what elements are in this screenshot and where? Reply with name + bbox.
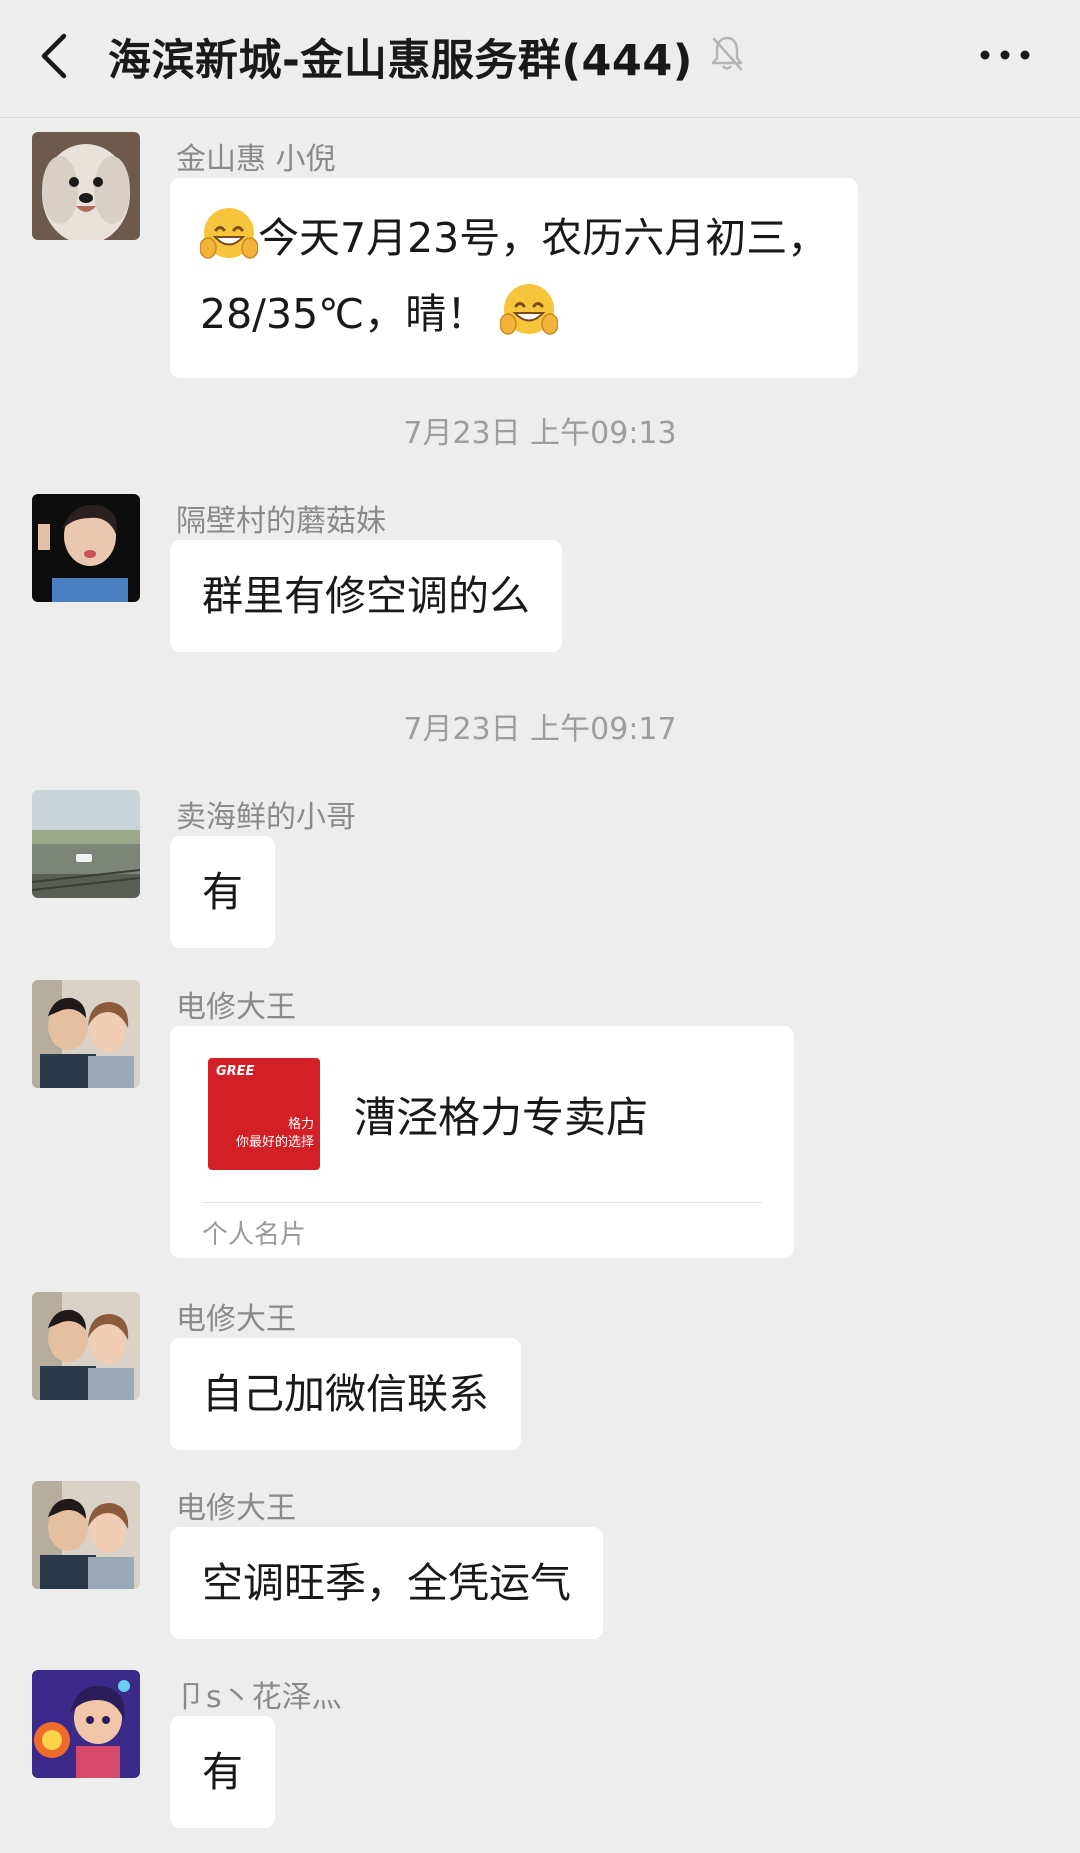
message-text: 28/35℃，晴！ <box>200 290 488 338</box>
sender-name: 金山惠 小倪 <box>176 142 336 177</box>
timestamp: 7月23日 上午09:17 <box>403 712 677 747</box>
sender-name: 隔壁村的蘑菇妹 <box>176 504 386 539</box>
message-bubble[interactable]: 自己加微信联系 <box>170 1338 521 1450</box>
sender-name: 电修大王 <box>176 1491 296 1526</box>
more-options-button[interactable] <box>975 30 1035 80</box>
sender-name: 卩s丶花泽灬 <box>176 1680 342 1715</box>
avatar[interactable] <box>32 1481 140 1589</box>
card-divider <box>202 1202 762 1203</box>
message-bubble[interactable]: 有 <box>170 836 275 948</box>
message-text: 今天7月23号，农历六月初三， <box>258 214 829 262</box>
sender-name: 电修大王 <box>176 990 296 1025</box>
chat-title: 海滨新城-金山惠服务群(444) <box>108 36 693 86</box>
sender-name: 电修大王 <box>176 1302 296 1337</box>
avatar[interactable] <box>32 790 140 898</box>
message-text: 有 <box>202 868 243 916</box>
message-bubble[interactable]: 今天7月23号，农历六月初三， 28/35℃，晴！ <box>170 178 859 378</box>
timestamp: 7月23日 上午09:13 <box>403 416 677 451</box>
chevron-left-icon <box>41 33 67 79</box>
mute-bell-icon <box>708 33 746 73</box>
card-name: 漕泾格力专卖店 <box>354 1093 649 1142</box>
message-text: 有 <box>202 1748 243 1796</box>
back-button[interactable] <box>30 22 90 88</box>
chat-header: 海滨新城-金山惠服务群(444) <box>0 0 1080 118</box>
message-bubble[interactable]: 有 <box>170 1716 275 1828</box>
message-bubble[interactable]: 空调旺季，全凭运气 <box>170 1527 603 1639</box>
grin-emoji-icon <box>499 280 559 356</box>
avatar[interactable] <box>32 1670 140 1778</box>
chat-window: 海滨新城-金山惠服务群(444) 金山惠 小倪 今天7月23号，农历六月初三， … <box>0 0 1080 1853</box>
message-text: 空调旺季，全凭运气 <box>202 1559 571 1607</box>
more-dots-icon <box>980 50 1030 60</box>
sender-name: 卖海鲜的小哥 <box>176 800 356 835</box>
avatar[interactable] <box>32 494 140 602</box>
avatar[interactable] <box>32 132 140 240</box>
message-text: 自己加微信联系 <box>202 1370 489 1418</box>
avatar[interactable] <box>32 980 140 1088</box>
card-type-label: 个人名片 <box>202 1220 307 1250</box>
message-bubble[interactable]: 群里有修空调的么 <box>170 540 562 652</box>
grin-emoji-icon <box>199 204 259 280</box>
contact-card[interactable]: GREE 格力 你最好的选择 漕泾格力专卖店 个人名片 <box>170 1026 794 1258</box>
gree-logo: GREE 格力 你最好的选择 <box>208 1058 320 1170</box>
message-text: 群里有修空调的么 <box>202 572 530 620</box>
avatar[interactable] <box>32 1292 140 1400</box>
